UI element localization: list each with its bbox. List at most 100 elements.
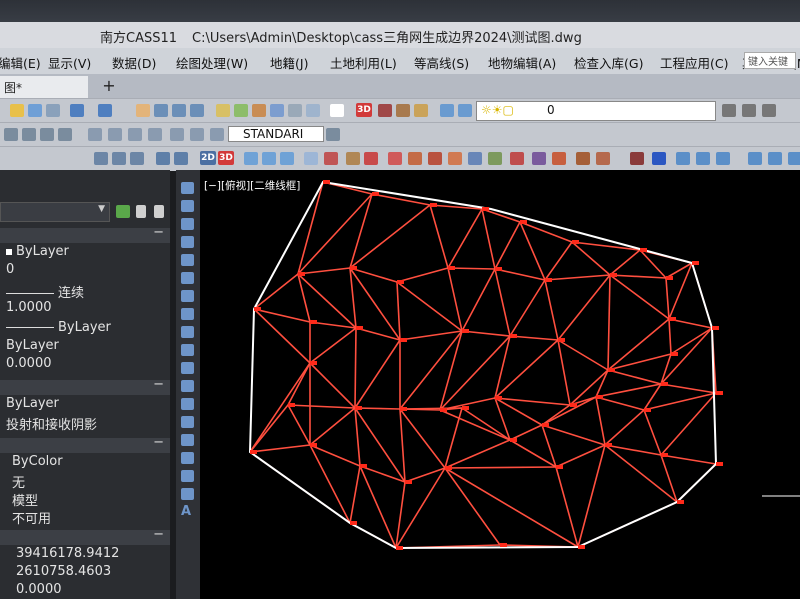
- tin-edge[interactable]: [555, 444, 606, 468]
- region-icon[interactable]: [181, 470, 194, 482]
- tin-edge[interactable]: [557, 339, 571, 406]
- calculator-icon[interactable]: [306, 104, 320, 117]
- tin-edge[interactable]: [349, 267, 398, 283]
- tin-edge[interactable]: [399, 330, 463, 341]
- drawing-canvas[interactable]: [200, 170, 800, 599]
- line-icon[interactable]: [181, 182, 194, 194]
- survey-point-marker[interactable]: [400, 407, 407, 411]
- tin-edge[interactable]: [665, 277, 670, 320]
- object-type-dropdown[interactable]: ▼: [0, 202, 110, 222]
- section-plot-style[interactable]: −: [0, 435, 170, 453]
- tin-edge[interactable]: [309, 327, 357, 364]
- survey-point-marker[interactable]: [350, 266, 357, 270]
- make-current-icon[interactable]: [722, 104, 736, 117]
- layer-dropdown[interactable]: ☼☀▢ 0: [476, 101, 716, 121]
- tool-palette-icon[interactable]: [252, 104, 266, 117]
- gradient-icon[interactable]: [181, 452, 194, 464]
- tin-edge[interactable]: [607, 274, 611, 371]
- survey-point-marker[interactable]: [445, 466, 452, 470]
- tin-edge[interactable]: [571, 241, 611, 276]
- multiline-text-icon[interactable]: A: [181, 505, 194, 518]
- layer-off-icon[interactable]: [130, 152, 144, 165]
- tin-edge[interactable]: [444, 466, 557, 469]
- tin-edge[interactable]: [544, 279, 559, 341]
- tin-edge[interactable]: [447, 267, 496, 270]
- tin-edge[interactable]: [609, 249, 641, 276]
- revision-cloud-icon[interactable]: [181, 308, 194, 320]
- ucs-world-icon[interactable]: [262, 152, 276, 165]
- dimension-continue-icon[interactable]: [190, 128, 204, 141]
- tin-edge[interactable]: [444, 467, 579, 548]
- survey-point-marker[interactable]: [608, 368, 615, 372]
- tin-edge[interactable]: [609, 274, 667, 279]
- tin-edge[interactable]: [668, 262, 693, 320]
- survey-point-marker[interactable]: [666, 276, 673, 280]
- tin-edge[interactable]: [297, 273, 357, 329]
- text-style-dropdown[interactable]: STANDARI: [228, 126, 324, 142]
- tin-flip-icon[interactable]: [448, 152, 462, 165]
- tin-edge[interactable]: [595, 369, 609, 398]
- tin-edge[interactable]: [604, 444, 662, 456]
- tin-edge[interactable]: [509, 279, 546, 337]
- view-front-icon[interactable]: [174, 152, 188, 165]
- tin-edge[interactable]: [481, 208, 496, 270]
- auto-icon[interactable]: [364, 152, 378, 165]
- layer-previous-icon[interactable]: [742, 104, 756, 117]
- zoom-icon[interactable]: [154, 104, 168, 117]
- tin-edge[interactable]: [461, 407, 511, 441]
- tin-edge[interactable]: [429, 204, 449, 269]
- polyline-edit-icon[interactable]: [324, 152, 338, 165]
- survey-point-marker[interactable]: [510, 334, 517, 338]
- tin-edge[interactable]: [309, 444, 361, 467]
- survey-point-marker[interactable]: [716, 391, 723, 395]
- material-icon[interactable]: [396, 104, 410, 117]
- survey-point-marker[interactable]: [462, 329, 469, 333]
- properties-icon[interactable]: [216, 104, 230, 117]
- tin-edit-icon[interactable]: [408, 152, 422, 165]
- style-manager-icon[interactable]: [326, 128, 340, 141]
- survey-point-marker[interactable]: [495, 396, 502, 400]
- survey-point-marker[interactable]: [500, 543, 507, 547]
- survey-point-marker[interactable]: [254, 307, 261, 311]
- layer-color-icon[interactable]: [630, 152, 644, 165]
- survey-point-marker[interactable]: [661, 382, 668, 386]
- survey-point-marker[interactable]: [545, 278, 552, 282]
- layer-walk-icon[interactable]: [112, 152, 126, 165]
- tin-edge[interactable]: [595, 396, 645, 411]
- tin-edge[interactable]: [577, 444, 606, 548]
- ucs-origin-icon[interactable]: [280, 152, 294, 165]
- tin-edge[interactable]: [660, 392, 717, 456]
- section-3d-effects[interactable]: −: [0, 377, 170, 395]
- survey-point-marker[interactable]: [570, 403, 577, 407]
- document-tab[interactable]: 图*: [0, 76, 88, 98]
- survey-point-marker[interactable]: [644, 408, 651, 412]
- ellipse-arc-icon[interactable]: [181, 362, 194, 374]
- menu-contour[interactable]: 等高线(S): [414, 53, 469, 72]
- add-tab-button[interactable]: +: [98, 76, 120, 96]
- dimension-space-icon[interactable]: [210, 128, 224, 141]
- survey-point-marker[interactable]: [355, 406, 362, 410]
- survey-point-marker[interactable]: [288, 403, 295, 407]
- ucs-icon[interactable]: [244, 152, 258, 165]
- polygon-icon[interactable]: [181, 236, 194, 248]
- search-input[interactable]: 键入关键: [744, 52, 796, 69]
- survey-point-marker[interactable]: [405, 480, 412, 484]
- tin-edge[interactable]: [494, 335, 511, 399]
- dimension-diameter-icon[interactable]: [108, 128, 122, 141]
- hatch-icon[interactable]: [181, 434, 194, 446]
- elevation-point-icon[interactable]: [488, 152, 502, 165]
- tin-edge[interactable]: [309, 407, 356, 446]
- layer-manager-icon[interactable]: [440, 104, 454, 117]
- survey-point-marker[interactable]: [356, 326, 363, 330]
- text-style-icon[interactable]: [716, 152, 730, 165]
- tin-edge[interactable]: [297, 273, 311, 323]
- survey-point-marker[interactable]: [556, 465, 563, 469]
- construction-line-icon[interactable]: [181, 200, 194, 212]
- tin-edge[interactable]: [354, 407, 361, 467]
- pan-hand-icon[interactable]: [136, 104, 150, 117]
- survey-point-marker[interactable]: [692, 261, 699, 265]
- menu-view[interactable]: 显示(V): [48, 53, 91, 72]
- survey-point-marker[interactable]: [250, 450, 257, 454]
- tin-edge[interactable]: [541, 424, 606, 446]
- menu-edit[interactable]: 编辑(E): [0, 53, 41, 72]
